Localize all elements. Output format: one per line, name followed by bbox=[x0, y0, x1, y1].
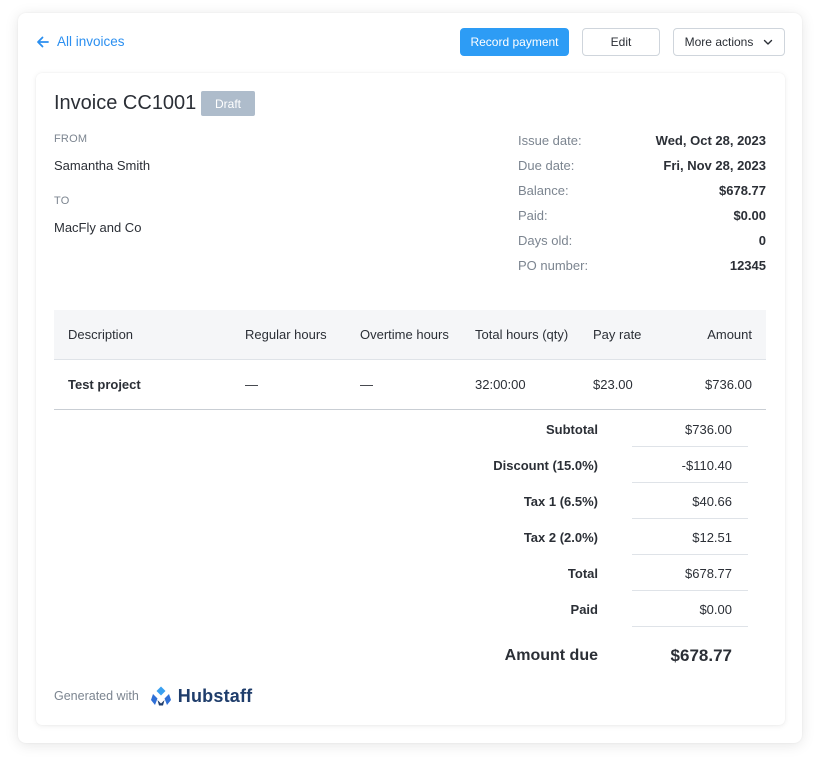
back-to-invoices-link[interactable]: All invoices bbox=[36, 34, 125, 49]
meta-value: $0.00 bbox=[733, 208, 766, 223]
summary-value: -$110.40 bbox=[681, 458, 732, 473]
meta-label: Paid: bbox=[518, 208, 548, 223]
column-header: Amount bbox=[707, 327, 752, 342]
summary-total: Total $678.77 bbox=[452, 555, 748, 591]
meta-value: 12345 bbox=[729, 258, 766, 273]
column-header: Overtime hours bbox=[360, 327, 449, 342]
invoice-card: Invoice CC1001 Draft FROM Samantha Smith… bbox=[36, 73, 785, 725]
meta-value: $678.77 bbox=[719, 183, 766, 198]
footer: Generated with Hubstaff bbox=[54, 684, 252, 708]
to-label: TO bbox=[54, 195, 70, 207]
summary-tax-1: Tax 1 (6.5%) $40.66 bbox=[452, 483, 748, 519]
from-name: Samantha Smith bbox=[54, 158, 151, 173]
meta-balance: Balance: $678.77 bbox=[518, 183, 766, 203]
summary-value: $0.00 bbox=[699, 602, 732, 617]
from-label: FROM bbox=[54, 133, 88, 145]
table-row: Test project — — 32:00:00 $23.00 $736.00 bbox=[54, 360, 766, 410]
hubstaff-brand-name: Hubstaff bbox=[177, 685, 253, 706]
summary-label: Total bbox=[567, 566, 598, 581]
meta-label: Days old: bbox=[518, 233, 573, 248]
summary-value: $40.66 bbox=[692, 494, 732, 509]
column-header: Total hours (qty) bbox=[475, 327, 569, 342]
meta-days-old: Days old: 0 bbox=[518, 233, 766, 253]
meta-label: Issue date: bbox=[518, 133, 582, 148]
arrow-left-icon bbox=[37, 36, 49, 47]
summary-subtotal: Subtotal $736.00 bbox=[452, 411, 748, 447]
item-overtime-hours: — bbox=[360, 377, 373, 392]
meta-paid: Paid: $0.00 bbox=[518, 208, 766, 228]
item-pay-rate: $23.00 bbox=[593, 377, 633, 392]
summary-value: $678.77 bbox=[685, 566, 732, 581]
meta-value: 0 bbox=[758, 233, 766, 248]
summary-label: Tax 1 (6.5%) bbox=[523, 494, 598, 509]
chevron-down-icon bbox=[764, 39, 773, 45]
summary-label: Tax 2 (2.0%) bbox=[523, 530, 598, 545]
summary-tax-2: Tax 2 (2.0%) $12.51 bbox=[452, 519, 748, 555]
column-header: Pay rate bbox=[593, 327, 642, 342]
summary-label: Discount (15.0%) bbox=[493, 458, 598, 473]
meta-label: PO number: bbox=[518, 258, 589, 273]
item-description: Test project bbox=[68, 377, 141, 392]
meta-due-date: Due date: Fri, Nov 28, 2023 bbox=[518, 158, 766, 178]
summary-label: Paid bbox=[570, 602, 598, 617]
invoice-title: Invoice CC1001 bbox=[54, 92, 197, 114]
generated-with-label: Generated with bbox=[54, 689, 139, 703]
item-total-hours: 32:00:00 bbox=[475, 377, 526, 392]
column-header: Regular hours bbox=[245, 327, 327, 342]
summary-value: $12.51 bbox=[692, 530, 732, 545]
edit-button[interactable]: Edit bbox=[582, 28, 660, 56]
summary-value: $736.00 bbox=[685, 422, 732, 437]
meta-po-number: PO number: 12345 bbox=[518, 258, 766, 278]
summary-paid: Paid $0.00 bbox=[452, 591, 748, 627]
column-header: Description bbox=[68, 327, 134, 342]
meta-value: Fri, Nov 28, 2023 bbox=[663, 158, 766, 173]
meta-label: Balance: bbox=[518, 183, 569, 198]
meta-value: Wed, Oct 28, 2023 bbox=[655, 133, 766, 148]
more-actions-button[interactable]: More actions bbox=[673, 28, 785, 56]
top-bar: All invoices Record payment Edit More ac… bbox=[36, 28, 785, 58]
line-items-table: Description Regular hours Overtime hours… bbox=[54, 310, 766, 410]
summary-discount: Discount (15.0%) -$110.40 bbox=[452, 447, 748, 483]
meta-label: Due date: bbox=[518, 158, 575, 173]
back-link-label: All invoices bbox=[57, 34, 125, 49]
meta-issue-date: Issue date: Wed, Oct 28, 2023 bbox=[518, 133, 766, 153]
status-badge: Draft bbox=[201, 91, 255, 116]
item-amount: $736.00 bbox=[705, 377, 752, 392]
item-regular-hours: — bbox=[245, 377, 258, 392]
record-payment-button[interactable]: Record payment bbox=[460, 28, 569, 56]
table-header: Description Regular hours Overtime hours… bbox=[54, 310, 766, 360]
hubstaff-logo-icon bbox=[150, 686, 171, 706]
amount-due-label: Amount due bbox=[504, 647, 598, 664]
to-name: MacFly and Co bbox=[54, 220, 142, 235]
divider bbox=[632, 626, 748, 627]
amount-due-row: Amount due $678.77 bbox=[452, 645, 748, 675]
amount-due-value: $678.77 bbox=[670, 646, 732, 665]
summary-label: Subtotal bbox=[546, 422, 598, 437]
more-actions-label: More actions bbox=[684, 35, 754, 49]
